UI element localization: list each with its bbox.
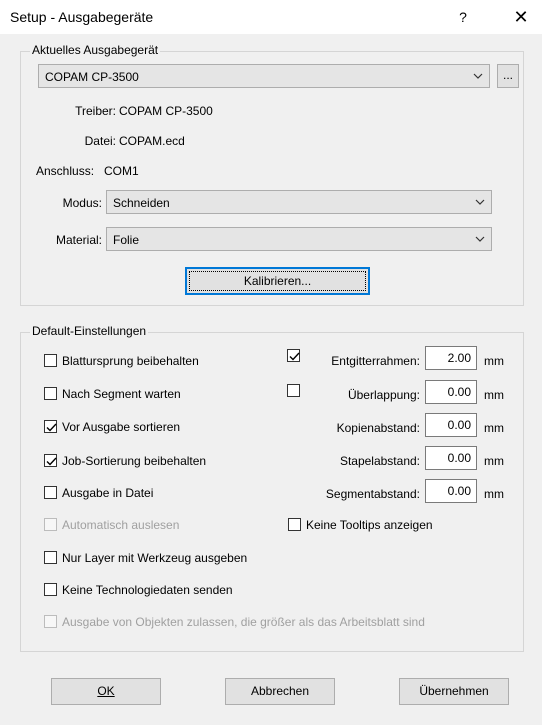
segment-distance-unit: mm xyxy=(484,487,504,501)
chevron-down-icon xyxy=(475,199,485,205)
keep-job-sorting-label: Job-Sortierung beibehalten xyxy=(62,454,207,468)
browse-button[interactable]: ... xyxy=(497,64,519,88)
port-value: COM1 xyxy=(104,164,139,178)
auto-read-checkbox xyxy=(44,518,57,531)
allow-oversize-objects-label: Ausgabe von Objekten zulassen, die größe… xyxy=(62,615,425,629)
output-to-file-checkbox[interactable] xyxy=(44,486,57,499)
apply-button[interactable]: Übernehmen xyxy=(399,678,509,705)
copy-distance-label: Kopienabstand: xyxy=(336,421,420,435)
copy-distance-unit: mm xyxy=(484,421,504,435)
material-label: Material: xyxy=(55,233,102,247)
output-device-group-title: Aktuelles Ausgabegerät xyxy=(30,43,161,57)
close-button[interactable]: ✕ xyxy=(504,4,538,30)
wait-after-segment-checkbox[interactable] xyxy=(44,387,57,400)
checkmark-icon xyxy=(46,457,57,466)
no-technology-data-checkbox[interactable] xyxy=(44,583,57,596)
chevron-down-icon xyxy=(475,236,485,242)
help-button[interactable]: ? xyxy=(449,4,477,30)
cancel-button[interactable]: Abbrechen xyxy=(225,678,335,705)
stack-distance-unit: mm xyxy=(484,454,504,468)
sort-before-output-label: Vor Ausgabe sortieren xyxy=(62,420,181,434)
only-tool-layers-label: Nur Layer mit Werkzeug ausgeben xyxy=(62,551,248,565)
grid-frame-input[interactable]: 2.00 xyxy=(425,346,477,370)
wait-after-segment-label: Nach Segment warten xyxy=(62,387,181,401)
no-tooltips-checkbox[interactable] xyxy=(288,518,301,531)
copy-distance-input[interactable]: 0.00 xyxy=(425,413,477,437)
defaults-group-title: Default-Einstellungen xyxy=(30,324,149,338)
mode-value: Schneiden xyxy=(113,196,170,210)
auto-read-label: Automatisch auslesen xyxy=(62,518,180,532)
chevron-down-icon xyxy=(473,73,483,79)
segment-distance-input[interactable]: 0.00 xyxy=(425,479,477,503)
keep-job-sorting-checkbox[interactable] xyxy=(44,454,57,467)
calibrate-button[interactable]: Kalibrieren... xyxy=(185,267,370,295)
file-label: Datei: xyxy=(84,134,116,148)
port-label: Anschluss: xyxy=(36,164,95,178)
stack-distance-label: Stapelabstand: xyxy=(339,454,420,468)
apply-button-label: Übernehmen xyxy=(419,684,489,698)
no-tooltips-label: Keine Tooltips anzeigen xyxy=(306,518,433,532)
ok-button-label: OK xyxy=(97,684,115,698)
keep-sheet-origin-checkbox[interactable] xyxy=(44,354,57,367)
no-technology-data-label: Keine Technologiedaten senden xyxy=(62,583,233,597)
only-tool-layers-checkbox[interactable] xyxy=(44,551,57,564)
device-value: COPAM CP-3500 xyxy=(45,70,139,84)
sort-before-output-checkbox[interactable] xyxy=(44,420,57,433)
file-value: COPAM.ecd xyxy=(119,134,185,148)
material-value: Folie xyxy=(113,233,140,247)
grid-frame-unit: mm xyxy=(484,354,504,368)
driver-label: Treiber: xyxy=(75,104,116,118)
mode-label: Modus: xyxy=(62,196,102,210)
focus-rectangle xyxy=(189,271,366,291)
grid-frame-checkbox[interactable] xyxy=(287,349,300,362)
checkmark-icon xyxy=(289,352,300,361)
material-combobox[interactable]: Folie xyxy=(106,227,492,251)
window-title: Setup - Ausgabegeräte xyxy=(10,9,154,25)
mode-combobox[interactable]: Schneiden xyxy=(106,190,492,214)
segment-distance-label: Segmentabstand: xyxy=(325,487,420,501)
overlap-unit: mm xyxy=(484,388,504,402)
overlap-input[interactable]: 0.00 xyxy=(425,380,477,404)
cancel-button-label: Abbrechen xyxy=(250,684,310,698)
overlap-label: Überlappung: xyxy=(347,388,420,402)
grid-frame-label: Entgitterrahmen: xyxy=(331,354,420,368)
device-combobox[interactable]: COPAM CP-3500 xyxy=(38,64,490,88)
checkmark-icon xyxy=(46,423,57,432)
output-to-file-label: Ausgabe in Datei xyxy=(62,486,154,500)
keep-sheet-origin-label: Blattursprung beibehalten xyxy=(62,354,199,368)
overlap-checkbox[interactable] xyxy=(287,384,300,397)
stack-distance-input[interactable]: 0.00 xyxy=(425,446,477,470)
driver-value: COPAM CP-3500 xyxy=(119,104,213,118)
allow-oversize-objects-checkbox xyxy=(44,615,57,628)
ok-button[interactable]: OK xyxy=(51,678,161,705)
